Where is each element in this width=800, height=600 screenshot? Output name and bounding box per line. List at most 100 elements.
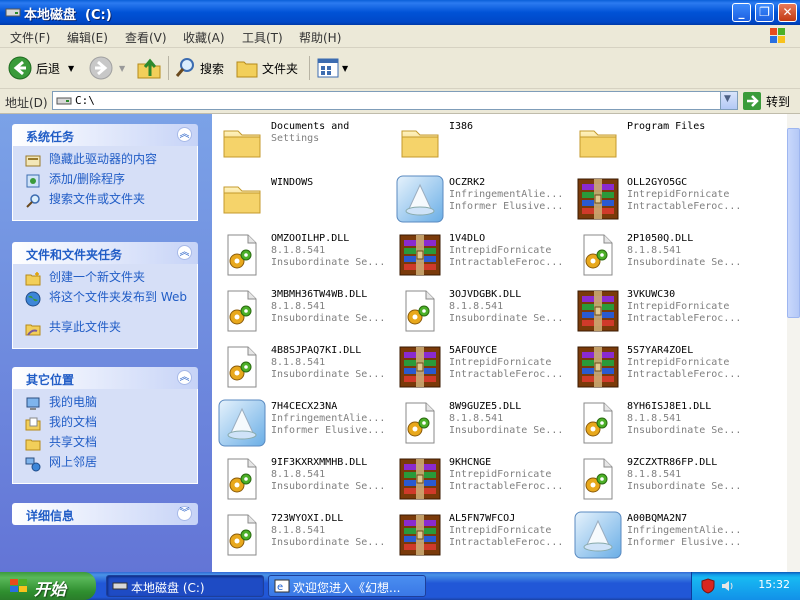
task-add-remove-programs[interactable]: 添加/删除程序 xyxy=(13,172,197,192)
system-tasks-header[interactable]: 系统任务 ︽ xyxy=(12,124,198,146)
file-item[interactable]: 7H4CECX23NA InfringementAlie... Informer E… xyxy=(216,397,391,449)
file-item[interactable]: 2P1050Q.DLL 8.1.8.541 Insubordinate Se... xyxy=(572,229,747,281)
dll-icon xyxy=(396,287,444,335)
other-places-header[interactable]: 其它位置 ︽ xyxy=(12,367,198,389)
file-item[interactable]: 1V4DLO IntrepidFornicate IntractableFeroc.… xyxy=(394,229,569,281)
folders-button[interactable]: 文件夹 xyxy=(236,54,298,82)
task-publish-to-web[interactable]: 将这个文件夹发布到 Web xyxy=(13,290,197,320)
search-button[interactable]: 搜索 xyxy=(174,54,224,82)
place-my-computer[interactable]: 我的电脑 xyxy=(13,395,197,415)
file-name: 3VKUWC30 xyxy=(627,289,676,300)
file-label: Documents and Settings xyxy=(271,121,393,145)
place-network-places[interactable]: 网上邻居 xyxy=(13,455,197,475)
file-item[interactable]: 3MBMH36TW4WB.DLL 8.1.8.541 Insubordinate S… xyxy=(216,285,391,337)
file-item[interactable]: Program Files xyxy=(572,117,747,169)
folder-icon xyxy=(218,119,266,167)
file-item[interactable]: AL5FN7WFCOJ IntrepidFornicate IntractableF… xyxy=(394,509,569,561)
task-share-folder[interactable]: 共享此文件夹 xyxy=(13,320,197,340)
place-shared-documents[interactable]: 共享文档 xyxy=(13,435,197,455)
chevron-down-icon[interactable]: ︾ xyxy=(177,506,192,521)
minimize-button[interactable]: _ xyxy=(732,3,751,22)
file-item[interactable]: 723WYOXI.DLL 8.1.8.541 Insubordinate Se... xyxy=(216,509,391,561)
address-dropdown-button[interactable]: ▼ xyxy=(720,92,737,109)
file-list-view[interactable]: Documents and Settings I386 Program Files WI… xyxy=(212,114,787,572)
start-button[interactable]: 开始 xyxy=(0,572,96,600)
file-detail: Insubordinate Se... xyxy=(627,425,742,436)
share-folder-icon xyxy=(25,324,41,336)
file-item[interactable]: I386 xyxy=(394,117,569,169)
chevron-up-icon[interactable]: ︽ xyxy=(177,370,192,385)
file-tasks-header[interactable]: 文件和文件夹任务 ︽ xyxy=(12,242,198,264)
file-item[interactable]: OLL2GYO5GC IntrepidFornicate IntractableFe… xyxy=(572,173,747,225)
taskbar-item-browser[interactable]: e 欢迎您进入《幻想... xyxy=(268,575,426,597)
file-item[interactable]: OCZRK2 InfringementAlie... Informer Elusiv… xyxy=(394,173,569,225)
taskbar-item-label: 本地磁盘 (C:) xyxy=(131,581,205,595)
views-button[interactable]: ▼ xyxy=(317,54,348,82)
file-item[interactable]: Documents and Settings xyxy=(216,117,391,169)
toolbar: 后退 ▼ ▼ 搜索 文件夹 ▼ xyxy=(0,48,800,89)
menu-edit[interactable]: 编辑(E) xyxy=(67,29,108,46)
chevron-down-icon: ▼ xyxy=(724,94,731,104)
up-folder-button[interactable] xyxy=(136,54,162,82)
task-hide-drive-contents[interactable]: 隐藏此驱动器的内容 xyxy=(13,152,197,172)
file-item[interactable]: WINDOWS xyxy=(216,173,391,225)
forward-button[interactable]: ▼ xyxy=(89,54,125,82)
file-detail: 8.1.8.541 xyxy=(271,469,326,480)
file-item[interactable]: A00BQMA2N7 InfringementAlie... Informer El… xyxy=(572,509,747,561)
address-input[interactable]: C:\ ▼ xyxy=(52,91,738,110)
file-item[interactable]: 3OJVDGBK.DLL 8.1.8.541 Insubordinate Se... xyxy=(394,285,569,337)
file-detail: IntractableFeroc... xyxy=(449,257,564,268)
maximize-button[interactable]: ❐ xyxy=(755,3,774,22)
details-header[interactable]: 详细信息 ︾ xyxy=(12,503,198,525)
menu-view[interactable]: 查看(V) xyxy=(125,29,167,46)
address-label: 地址(D) xyxy=(5,96,48,110)
place-my-documents[interactable]: 我的文档 xyxy=(13,415,197,435)
menu-tools[interactable]: 工具(T) xyxy=(242,29,283,46)
file-item[interactable]: 8YH6ISJ8E1.DLL 8.1.8.541 Insubordinate Se.… xyxy=(572,397,747,449)
go-button[interactable]: 转到 xyxy=(743,92,790,110)
vertical-scrollbar[interactable] xyxy=(787,114,800,572)
file-item[interactable]: 9ZCZXTR86FP.DLL 8.1.8.541 Insubordinate Se… xyxy=(572,453,747,505)
task-search-files[interactable]: 搜索文件或文件夹 xyxy=(13,192,197,212)
file-detail: InfringementAlie... xyxy=(449,189,564,200)
installer-icon xyxy=(396,175,444,223)
menu-favorites[interactable]: 收藏(A) xyxy=(183,29,225,46)
file-detail: Settings xyxy=(271,133,320,144)
file-item[interactable]: 9KHCNGE IntrepidFornicate IntractableFeroc… xyxy=(394,453,569,505)
file-item[interactable]: 4B8SJPAQ7KI.DLL 8.1.8.541 Insubordinate Se… xyxy=(216,341,391,393)
go-arrow-icon xyxy=(743,92,761,110)
chevron-up-icon[interactable]: ︽ xyxy=(177,245,192,260)
taskbar-item-local-disk[interactable]: 本地磁盘 (C:) xyxy=(106,575,264,597)
hide-contents-icon xyxy=(25,155,41,167)
file-item[interactable]: 3VKUWC30 IntrepidFornicate IntractableFero… xyxy=(572,285,747,337)
volume-icon[interactable] xyxy=(720,578,736,594)
file-name: 8YH6ISJ8E1.DLL xyxy=(627,401,712,412)
menu-help[interactable]: 帮助(H) xyxy=(299,29,341,46)
file-item[interactable]: 9IF3KXRXMMHB.DLL 8.1.8.541 Insubordinate S… xyxy=(216,453,391,505)
file-label: 9ZCZXTR86FP.DLL 8.1.8.541 Insubordinate Se… xyxy=(627,457,749,493)
archive-icon xyxy=(574,287,622,335)
file-item[interactable]: 5AFOUYCE IntrepidFornicate IntractableFero… xyxy=(394,341,569,393)
file-detail: Informer Elusive... xyxy=(627,537,742,548)
file-detail: IntractableFeroc... xyxy=(449,369,564,380)
file-item[interactable]: 5S7YAR4ZOEL IntrepidFornicate IntractableF… xyxy=(572,341,747,393)
file-detail: IntractableFeroc... xyxy=(627,201,742,212)
back-button[interactable]: 后退 ▼ xyxy=(8,54,74,82)
task-new-folder[interactable]: 创建一个新文件夹 xyxy=(13,270,197,290)
security-shield-icon[interactable] xyxy=(700,578,716,594)
archive-icon xyxy=(396,511,444,559)
scrollbar-thumb[interactable] xyxy=(787,128,800,318)
file-detail: Insubordinate Se... xyxy=(271,537,386,548)
file-name: 9ZCZXTR86FP.DLL xyxy=(627,457,718,468)
address-value: C:\ xyxy=(75,94,95,107)
file-label: WINDOWS xyxy=(271,177,393,189)
system-tray: 15:32 xyxy=(691,572,800,600)
menu-file[interactable]: 文件(F) xyxy=(10,29,50,46)
file-detail: IntrepidFornicate xyxy=(449,469,552,480)
file-item[interactable]: OMZOOILHP.DLL 8.1.8.541 Insubordinate Se..… xyxy=(216,229,391,281)
title-bar[interactable]: 本地磁盘 (C:) _ ❐ ✕ xyxy=(0,0,800,25)
file-item[interactable]: 8W9GUZE5.DLL 8.1.8.541 Insubordinate Se... xyxy=(394,397,569,449)
close-button[interactable]: ✕ xyxy=(778,3,797,22)
chevron-up-icon[interactable]: ︽ xyxy=(177,127,192,142)
file-name: 9KHCNGE xyxy=(449,457,492,468)
